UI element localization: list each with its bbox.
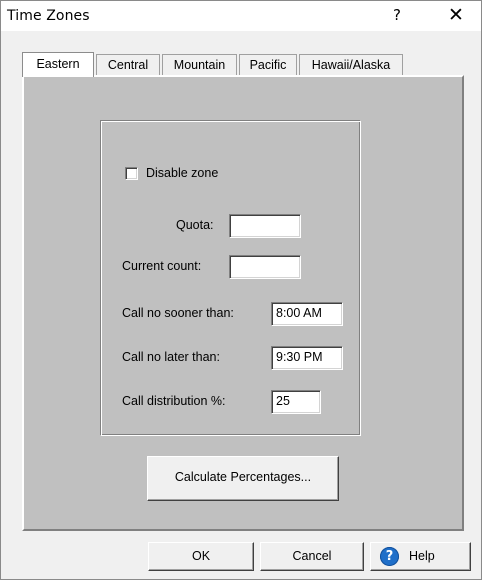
help-button-label: Help <box>409 549 435 563</box>
zone-settings-group: Disable zone Quota: Current count: Call … <box>100 120 361 436</box>
call-distribution-label: Call distribution %: <box>122 394 226 408</box>
disable-zone-label: Disable zone <box>146 166 219 180</box>
ok-button[interactable]: OK <box>148 542 254 571</box>
quota-label: Quota: <box>176 218 214 232</box>
help-button[interactable]: ? Help <box>370 542 471 571</box>
tab-pacific[interactable]: Pacific <box>239 54 297 76</box>
call-no-later-field[interactable]: 9:30 PM <box>271 346 343 370</box>
help-icon: ? <box>380 547 399 566</box>
tab-mountain[interactable]: Mountain <box>162 54 237 76</box>
call-distribution-field[interactable]: 25 <box>271 390 321 414</box>
tab-panel-eastern: Disable zone Quota: Current count: Call … <box>22 75 464 531</box>
close-button[interactable]: ✕ <box>445 4 467 26</box>
tab-hawaii-alaska[interactable]: Hawaii/Alaska <box>299 54 403 76</box>
context-help-button[interactable]: ? <box>387 6 407 24</box>
time-zones-dialog: Time Zones ? ✕ Eastern Central Mountain … <box>0 0 482 580</box>
call-no-sooner-field[interactable]: 8:00 AM <box>271 302 343 326</box>
call-no-later-label: Call no later than: <box>122 350 220 364</box>
current-count-field[interactable] <box>229 255 301 279</box>
tab-eastern[interactable]: Eastern <box>22 52 94 77</box>
call-no-sooner-label: Call no sooner than: <box>122 306 234 320</box>
cancel-button[interactable]: Cancel <box>260 542 364 571</box>
quota-field[interactable] <box>229 214 301 238</box>
current-count-label: Current count: <box>122 259 202 273</box>
calculate-percentages-button[interactable]: Calculate Percentages... <box>147 456 339 501</box>
title-bar: Time Zones ? ✕ <box>1 1 481 31</box>
disable-zone-checkbox[interactable] <box>125 167 138 180</box>
tab-central[interactable]: Central <box>96 54 160 76</box>
window-title: Time Zones <box>7 8 90 24</box>
